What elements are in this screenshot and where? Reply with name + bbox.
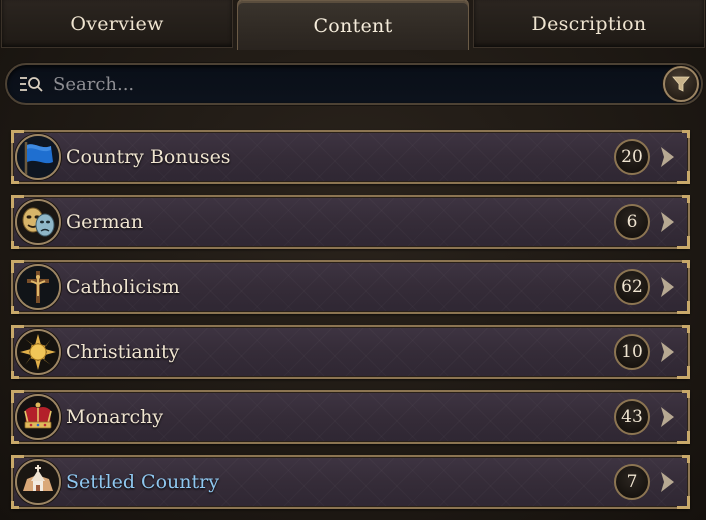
blue-flag-icon bbox=[15, 134, 61, 180]
funnel-icon bbox=[672, 76, 690, 92]
list-item-label: Settled Country bbox=[66, 471, 219, 493]
search-list-icon bbox=[19, 74, 47, 94]
tab-bar: Overview Content Description bbox=[0, 0, 706, 50]
chevron-right-icon bbox=[661, 472, 674, 492]
list-item-label: Christianity bbox=[66, 341, 180, 363]
search-bar bbox=[5, 63, 703, 105]
count-badge: 62 bbox=[614, 269, 650, 305]
content-list: Country Bonuses 20 German 6 Catholicism … bbox=[11, 130, 690, 520]
count-badge: 6 bbox=[614, 204, 650, 240]
theatre-masks-icon bbox=[15, 199, 61, 245]
list-item-label: Country Bonuses bbox=[66, 146, 231, 168]
list-item-catholicism[interactable]: Catholicism 62 bbox=[11, 260, 690, 314]
chevron-right-icon bbox=[661, 212, 674, 232]
settlement-icon bbox=[15, 459, 61, 505]
tab-content[interactable]: Content bbox=[237, 0, 469, 50]
list-item-country-bonuses[interactable]: Country Bonuses 20 bbox=[11, 130, 690, 184]
count-badge: 43 bbox=[614, 399, 650, 435]
chevron-right-icon bbox=[661, 147, 674, 167]
list-item-christianity[interactable]: Christianity 10 bbox=[11, 325, 690, 379]
list-item-label: Monarchy bbox=[66, 406, 164, 428]
chevron-right-icon bbox=[661, 277, 674, 297]
count-badge: 20 bbox=[614, 139, 650, 175]
tab-overview[interactable]: Overview bbox=[1, 0, 233, 48]
chevron-right-icon bbox=[661, 342, 674, 362]
sun-icon bbox=[15, 329, 61, 375]
list-item-german[interactable]: German 6 bbox=[11, 195, 690, 249]
search-input[interactable] bbox=[53, 65, 663, 103]
list-item-settled-country[interactable]: Settled Country 7 bbox=[11, 455, 690, 509]
count-badge: 10 bbox=[614, 334, 650, 370]
content-panel: Overview Content Description Search... C… bbox=[0, 0, 706, 520]
filter-button[interactable] bbox=[663, 66, 699, 102]
tab-description[interactable]: Description bbox=[473, 0, 705, 48]
crucifix-icon bbox=[15, 264, 61, 310]
list-item-label: Catholicism bbox=[66, 276, 180, 298]
list-item-monarchy[interactable]: Monarchy 43 bbox=[11, 390, 690, 444]
count-badge: 7 bbox=[614, 464, 650, 500]
list-item-label: German bbox=[66, 211, 144, 233]
chevron-right-icon bbox=[661, 407, 674, 427]
crown-icon bbox=[15, 394, 61, 440]
